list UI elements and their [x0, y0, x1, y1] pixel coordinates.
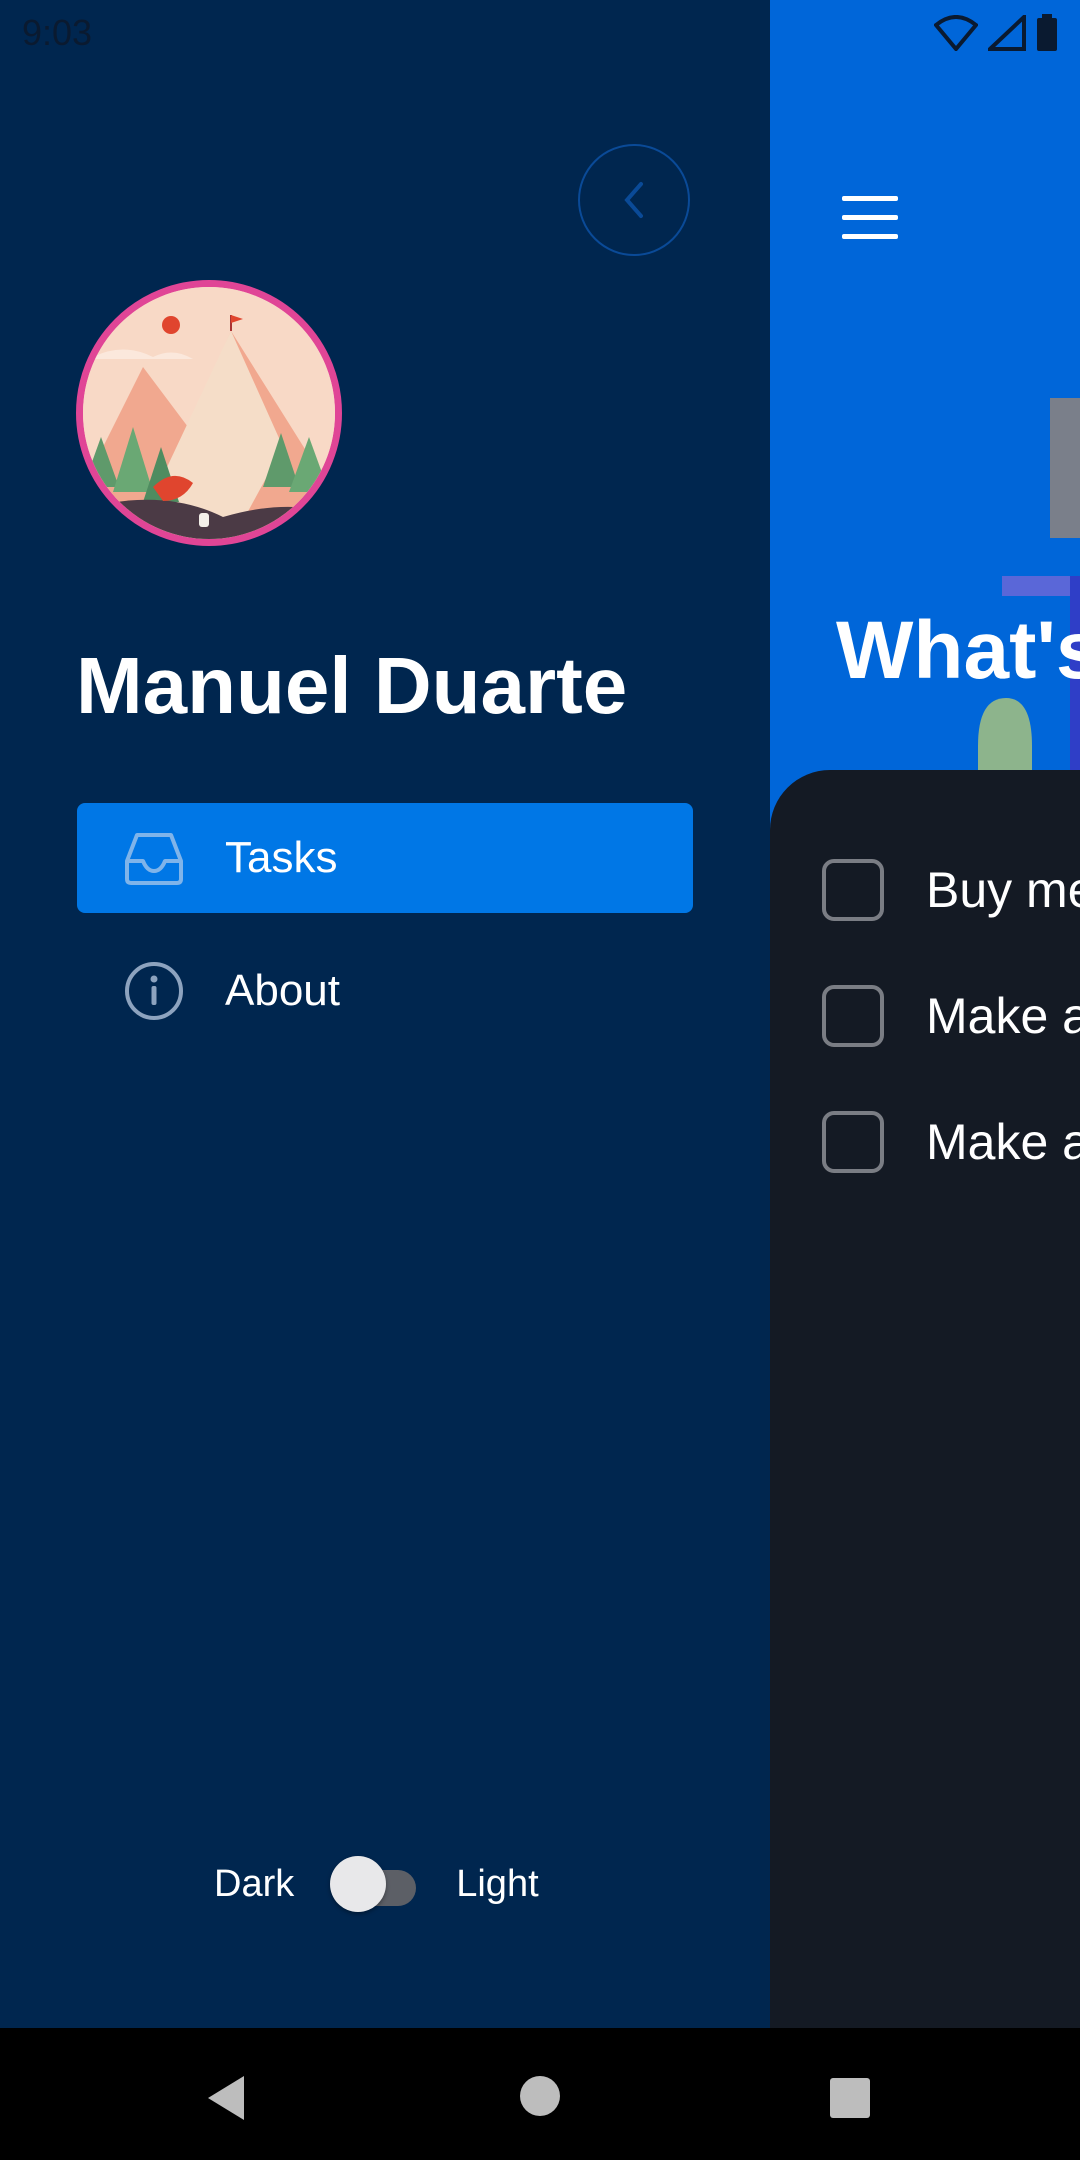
nav-item-label: About: [225, 966, 340, 1015]
battery-icon: [1037, 14, 1057, 51]
nav-item-label: Tasks: [225, 833, 338, 882]
hero-title: What's: [836, 605, 1080, 696]
menu-icon-line: [842, 234, 898, 239]
system-navigation-bar: [0, 2028, 1080, 2160]
task-checkbox[interactable]: [822, 985, 884, 1047]
menu-button[interactable]: [842, 196, 898, 240]
info-icon: [123, 960, 185, 1022]
nav-item-about[interactable]: About: [77, 936, 693, 1046]
menu-icon-line: [842, 196, 898, 201]
task-checkbox[interactable]: [822, 859, 884, 921]
main-content: What's Buy me Make a Make a: [770, 0, 1080, 2028]
home-icon[interactable]: [519, 2075, 561, 2117]
navigation-drawer: Manuel Duarte Tasks About Dark Light: [0, 0, 770, 2028]
theme-dark-label: Dark: [214, 1862, 295, 1905]
mountain-illustration: [83, 287, 335, 539]
task-label: Make a: [926, 1114, 1080, 1170]
user-name: Manuel Duarte: [76, 641, 628, 730]
close-drawer-button[interactable]: [578, 144, 690, 256]
nav-item-tasks[interactable]: Tasks: [77, 803, 693, 913]
theme-switch[interactable]: [330, 1856, 420, 1912]
task-label: Buy me: [926, 862, 1080, 918]
task-item[interactable]: Make a: [822, 981, 1080, 1051]
task-checkbox[interactable]: [822, 1111, 884, 1173]
hero-illustration: [978, 398, 1080, 780]
status-icons: [934, 14, 1058, 52]
menu-icon-line: [842, 215, 898, 220]
theme-light-label: Light: [456, 1862, 539, 1905]
signal-icon: [988, 15, 1026, 51]
inbox-tray-icon: [123, 827, 185, 889]
chevron-left-icon: [624, 182, 643, 218]
task-list-sheet: Buy me Make a Make a: [770, 770, 1080, 2028]
task-label: Make a: [926, 988, 1080, 1044]
switch-thumb: [330, 1856, 387, 1912]
avatar: [76, 280, 342, 546]
status-time: 9:03: [22, 12, 93, 53]
status-bar: 9:03: [0, 0, 1080, 66]
recents-icon[interactable]: [829, 2077, 871, 2119]
task-item[interactable]: Make a: [822, 1107, 1080, 1177]
task-item[interactable]: Buy me: [822, 855, 1080, 925]
wifi-icon: [934, 15, 978, 51]
back-icon[interactable]: [204, 2074, 248, 2122]
theme-toggle: Dark Light: [214, 1856, 539, 1912]
